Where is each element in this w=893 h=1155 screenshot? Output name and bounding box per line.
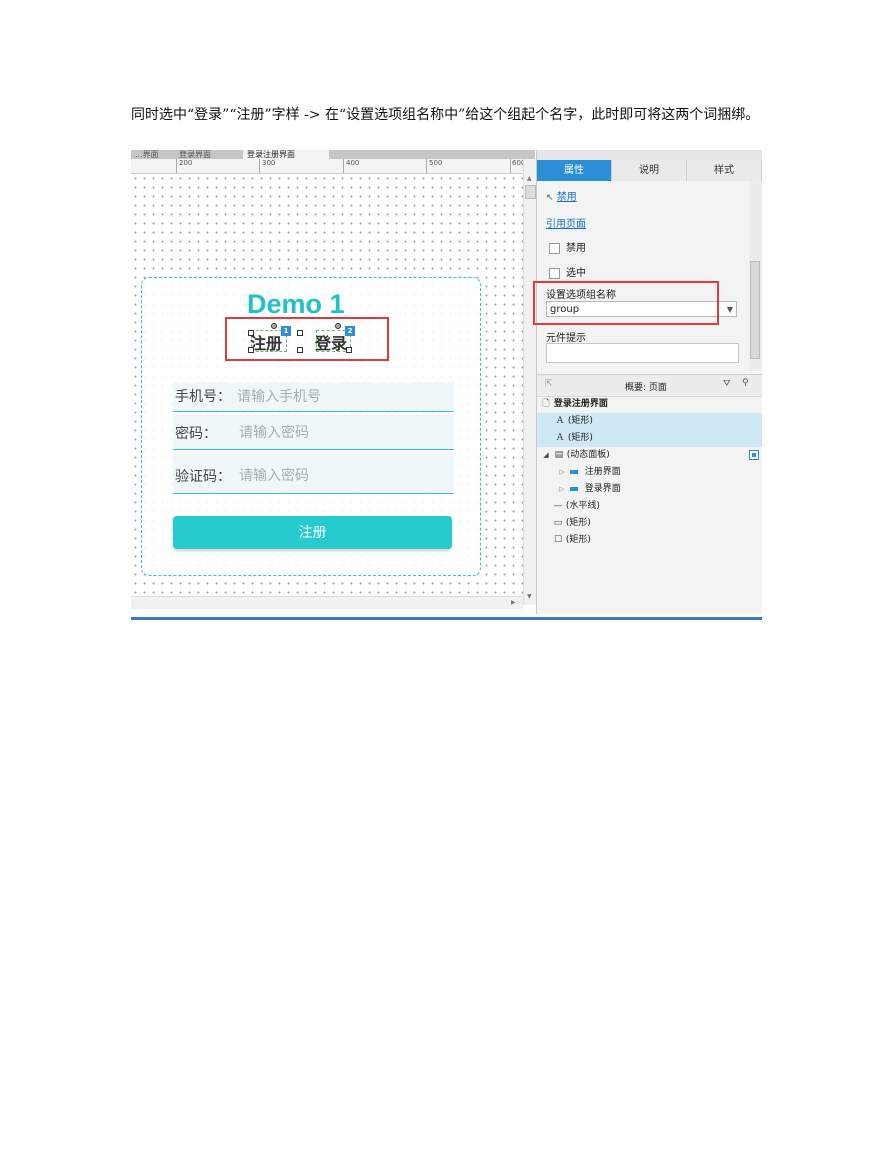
resize-handle-icon[interactable] — [346, 347, 352, 353]
demo-title: Demo 1 — [247, 289, 345, 319]
editor-tab-1[interactable]: ...界面 — [131, 150, 179, 159]
outline-row-rect-1[interactable]: A (矩形) — [537, 413, 762, 430]
outline-header: ⇱ 概要: 页面 ⛛ ⚲ — [537, 374, 762, 397]
expand-triangle-icon[interactable]: ◢ — [541, 447, 551, 464]
rotate-handle-icon[interactable] — [271, 323, 277, 329]
disabled-checkbox-label: 禁用 — [566, 243, 586, 254]
outline-row-state-register[interactable]: ▷ 注册界面 — [537, 464, 762, 481]
rectangle-icon: ▭ — [553, 518, 563, 528]
selected-checkbox-row[interactable]: 选中 — [549, 264, 586, 279]
scroll-right-icon[interactable]: ▶ — [511, 599, 516, 606]
phone-label: 手机号： — [175, 389, 231, 405]
ruler-label: 300 — [262, 159, 276, 167]
state-icon — [569, 486, 578, 491]
outline-row-label: 登录注册界面 — [553, 399, 608, 409]
password-field[interactable]: 密码： 请输入密码 — [173, 414, 454, 450]
outline-row-label: (矩形) — [565, 535, 591, 545]
scroll-up-icon[interactable]: ▲ — [527, 175, 532, 182]
resize-handle-icon[interactable] — [297, 347, 303, 353]
register-option[interactable]: 注册 — [250, 330, 282, 354]
rectangle-icon: ☐ — [553, 535, 563, 545]
canvas-scroll-thumb[interactable] — [525, 185, 536, 199]
editor-tab-2[interactable]: 登录界面 — [175, 150, 243, 159]
reference-page-link[interactable]: 引用页面 — [546, 219, 586, 230]
dynamic-panel-icon: ▤ — [554, 450, 564, 460]
ruler-label: 200 — [179, 159, 193, 167]
outline-row-dynamic-panel[interactable]: ◢ ▤ (动态面板) — [537, 447, 762, 464]
inspector-panel: 属性 说明 样式 ↖ 禁用 引用页面 禁用 选中 设置选项组名称 group ▼… — [533, 150, 762, 614]
selected-checkbox-label: 选中 — [566, 268, 586, 279]
canvas-vertical-scrollbar[interactable]: ▲ ▼ — [523, 159, 536, 605]
page-icon: 🗋 — [542, 399, 550, 409]
outline-row-page[interactable]: 🗋 登录注册界面 — [537, 396, 762, 413]
tab-notes[interactable]: 说明 — [612, 160, 687, 181]
outline-row-label: 注册界面 — [584, 467, 621, 477]
text-a-icon: A — [556, 416, 564, 426]
password-placeholder: 请输入密码 — [239, 425, 309, 441]
reference-page-row[interactable]: 引用页面 — [546, 215, 586, 230]
selected-checkbox[interactable] — [549, 267, 560, 279]
line-icon: — — [553, 501, 563, 511]
disabled-checkbox[interactable] — [549, 242, 560, 254]
resize-handle-icon[interactable] — [297, 330, 303, 336]
code-label: 验证码： — [175, 469, 231, 485]
outline-row-rect-2[interactable]: A (矩形) — [537, 430, 762, 447]
filter-icon[interactable]: ⛛ — [723, 379, 731, 389]
horizontal-ruler: 200 300 400 500 600 — [131, 159, 525, 174]
tooltip-input[interactable] — [546, 343, 739, 363]
outline-row-label: 登录界面 — [584, 484, 621, 494]
outline-title: 概要: 页面 — [625, 383, 667, 393]
rotate-handle-icon[interactable] — [335, 323, 341, 329]
selection-badge-2: 2 — [345, 326, 355, 336]
selection-badge-1: 1 — [281, 326, 291, 336]
register-button[interactable]: 注册 — [173, 516, 452, 549]
resize-handle-icon[interactable] — [248, 347, 254, 353]
login-option[interactable]: 登录 — [315, 330, 347, 354]
axure-screenshot: ...界面 登录界面 登录注册界面 200 300 400 500 600 ▲ … — [131, 150, 762, 620]
ruler-label: 500 — [429, 159, 443, 167]
outline-row-label: (动态面板) — [566, 450, 610, 460]
expand-triangle-icon[interactable]: ▷ — [557, 464, 567, 481]
canvas-horizontal-scrollbar[interactable]: ▶ — [131, 596, 523, 609]
disable-row[interactable]: ↖ 禁用 — [546, 188, 577, 203]
panel-scroll-thumb[interactable] — [750, 261, 760, 359]
chevron-down-icon[interactable]: ▼ — [727, 302, 733, 318]
resize-handle-icon[interactable] — [248, 330, 254, 336]
tab-style[interactable]: 样式 — [687, 160, 762, 181]
code-placeholder: 请输入密码 — [239, 468, 309, 484]
cursor-icon: ↖ — [546, 193, 554, 203]
outline-row-rect-4[interactable]: ☐ (矩形) — [537, 532, 762, 549]
disable-link[interactable]: 禁用 — [557, 192, 577, 203]
collapse-icon[interactable]: ⇱ — [545, 379, 553, 389]
outline-row-rect-3[interactable]: ▭ (矩形) — [537, 515, 762, 532]
outline-row-label: (矩形) — [567, 433, 593, 443]
search-icon[interactable]: ⚲ — [742, 378, 749, 388]
ruler-label: 400 — [346, 159, 360, 167]
tooltip-label: 元件提示 — [546, 333, 586, 344]
group-name-highlight — [533, 281, 719, 325]
editor-tab-bar: ...界面 登录界面 登录注册界面 — [131, 150, 535, 159]
state-icon — [569, 469, 578, 474]
panel-scrollbar[interactable] — [749, 181, 761, 371]
scroll-down-icon[interactable]: ▼ — [527, 593, 532, 600]
panel-title-bar — [537, 150, 762, 160]
outline-row-label: (矩形) — [565, 518, 591, 528]
text-a-icon: A — [556, 433, 564, 443]
phone-placeholder: 请输入手机号 — [237, 389, 321, 405]
outline-row-label: (矩形) — [567, 416, 593, 426]
password-label: 密码： — [175, 426, 217, 442]
outline-row-label: (水平线) — [565, 501, 600, 511]
panel-visibility-icon[interactable] — [749, 450, 759, 460]
phone-field[interactable]: 手机号： 请输入手机号 — [173, 382, 454, 412]
outline-row-state-login[interactable]: ▷ 登录界面 — [537, 481, 762, 498]
disabled-checkbox-row[interactable]: 禁用 — [549, 239, 586, 254]
tab-properties[interactable]: 属性 — [537, 160, 612, 181]
verification-code-field[interactable]: 验证码： 请输入密码 — [173, 452, 454, 494]
editor-tab-3[interactable]: 登录注册界面 — [243, 150, 329, 159]
expand-triangle-icon[interactable]: ▷ — [557, 481, 567, 498]
outline-row-line[interactable]: — (水平线) — [537, 498, 762, 515]
instruction-paragraph: 同时选中“登录”“注册”字样 -> 在“设置选项组名称中”给这个组起个名字，此时… — [131, 107, 760, 123]
